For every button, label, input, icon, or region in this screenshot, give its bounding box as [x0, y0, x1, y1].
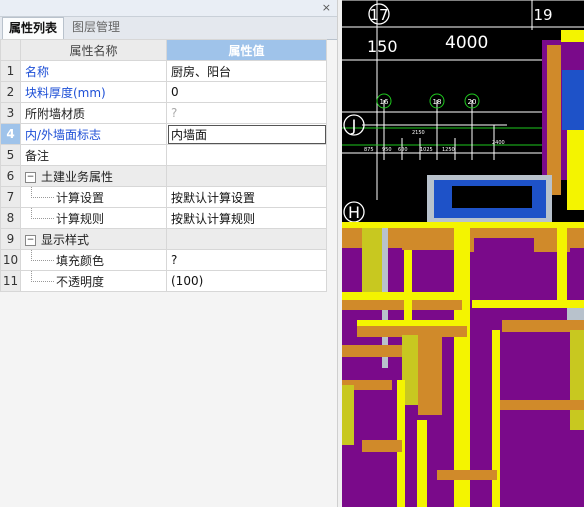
property-name-header: 属性名称 — [20, 39, 167, 61]
property-value-cell[interactable]: 按默认计算设置 — [166, 186, 327, 208]
property-name-label: 显示样式 — [41, 232, 90, 247]
property-value-cell[interactable]: ? — [166, 102, 327, 124]
property-name-label: 块料厚度(mm) — [25, 85, 106, 100]
property-name-cell: 计算设置 — [20, 186, 167, 208]
grid-body: 1 名称 厨房、阳台 2 块料厚度(mm) 0 3 所附墙材质? 4 内/外墙面标志 内墙面 5 备注 6… — [0, 60, 327, 292]
tab-property-list[interactable]: 属性列表 — [2, 17, 65, 40]
axis-bubble-20: 20 — [464, 93, 480, 109]
row-number: 4 — [0, 123, 21, 145]
row-number: 5 — [0, 144, 21, 166]
tree-branch-line — [31, 208, 54, 219]
property-name-label: 计算规则 — [56, 211, 105, 226]
row-number: 10 — [0, 249, 21, 271]
dimension-4000: 4000 — [445, 33, 488, 53]
property-name-label: 名称 — [25, 64, 50, 79]
property-row[interactable]: 11 不透明度 (100) — [0, 270, 327, 292]
property-row[interactable]: 5 备注 — [0, 144, 327, 166]
property-value-cell[interactable] — [166, 228, 327, 250]
row-number: 8 — [0, 207, 21, 229]
axis-label-16: 16 — [380, 98, 389, 106]
small-dim-875: 875 — [364, 147, 374, 153]
property-row[interactable]: 3 所附墙材质? — [0, 102, 327, 124]
property-name-cell: 所附墙材质 — [20, 102, 167, 124]
property-name-cell: 块料厚度(mm) — [20, 81, 167, 103]
row-number: 6 — [0, 165, 21, 187]
grid-header-row: 属性名称 属性值 — [0, 39, 327, 61]
property-row[interactable]: 4 内/外墙面标志 内墙面 — [0, 123, 327, 145]
property-name-label: 填充颜色 — [56, 253, 105, 268]
property-name-cell: − 土建业务属性 — [20, 165, 167, 187]
drawing-canvas[interactable]: 17 19 170 150 4000 16 18 20 J H F — [342, 0, 584, 507]
floor-plan-3d-view[interactable]: 17 19 170 150 4000 16 18 20 J H F — [342, 0, 584, 507]
tab-layer-management[interactable]: 图层管理 — [66, 17, 126, 38]
property-grid: 属性名称 属性值 1 名称 厨房、阳台 2 块料厚度(mm) 0 3 所附墙材质? 4 内/外墙面… — [0, 39, 327, 292]
small-dim-1250: 1250 — [442, 147, 455, 153]
property-value-cell[interactable]: ? — [166, 249, 327, 271]
property-name-label: 所附墙材质 — [25, 106, 86, 121]
row-number: 11 — [0, 270, 21, 292]
axis-bubble-j: J — [343, 114, 365, 136]
tree-branch-line — [31, 187, 54, 198]
axis-label-top-a: 17 — [369, 6, 388, 24]
property-value-cell[interactable] — [166, 144, 327, 166]
axis-bubble-16: 16 — [376, 93, 392, 109]
property-name-cell: 填充颜色 — [20, 249, 167, 271]
axis-label-20: 20 — [468, 98, 477, 106]
property-name-cell: 计算规则 — [20, 207, 167, 229]
panel-titlebar: × — [0, 0, 337, 17]
property-value-cell[interactable]: (100) — [166, 270, 327, 292]
property-name-cell: 备注 — [20, 144, 167, 166]
property-name-label: 不透明度 — [56, 274, 105, 289]
property-row[interactable]: 1 名称 厨房、阳台 — [0, 60, 327, 82]
property-value-cell[interactable]: 按默认计算规则 — [166, 207, 327, 229]
tree-branch-line — [31, 271, 54, 282]
panel-tabs: 属性列表 图层管理 — [0, 17, 337, 40]
small-dim-2400: 2400 — [492, 140, 505, 146]
property-name-cell: − 显示样式 — [20, 228, 167, 250]
property-row[interactable]: 6− 土建业务属性 — [0, 165, 327, 187]
axis-label-top-b: 19 — [533, 6, 552, 24]
close-icon[interactable]: × — [322, 1, 331, 15]
axis-label-h: H — [348, 203, 360, 222]
tree-branch-line — [31, 250, 54, 261]
property-row[interactable]: 8 计算规则 按默认计算规则 — [0, 207, 327, 229]
axis-label-j: J — [351, 116, 357, 135]
property-name-cell: 内/外墙面标志 — [20, 123, 167, 145]
property-name-label: 内/外墙面标志 — [25, 127, 102, 142]
property-value-header: 属性值 — [166, 39, 327, 61]
property-row[interactable]: 10 填充颜色? — [0, 249, 327, 271]
property-value-cell[interactable] — [166, 165, 327, 187]
property-value-cell[interactable]: 0 — [166, 81, 327, 103]
axis-bubble-h: H — [343, 201, 365, 223]
row-number: 2 — [0, 81, 21, 103]
dimension-150: 150 — [367, 37, 398, 56]
row-number: 9 — [0, 228, 21, 250]
small-dim-2150: 2150 — [412, 130, 425, 136]
row-number: 7 — [0, 186, 21, 208]
row-number-header — [0, 39, 21, 61]
property-name-label: 土建业务属性 — [41, 169, 114, 184]
property-value-cell[interactable]: 内墙面 — [166, 123, 327, 145]
axis-label-18: 18 — [433, 98, 442, 106]
small-dim-600: 600 — [398, 147, 408, 153]
property-row[interactable]: 9− 显示样式 — [0, 228, 327, 250]
property-name-label: 备注 — [25, 148, 50, 163]
small-dim-1025: 1025 — [420, 147, 433, 153]
property-row[interactable]: 2 块料厚度(mm) 0 — [0, 81, 327, 103]
row-number: 1 — [0, 60, 21, 82]
property-name-cell: 名称 — [20, 60, 167, 82]
axis-bubble-top-a: 17 — [368, 3, 390, 25]
small-dim-950: 950 — [382, 147, 392, 153]
collapse-toggle-icon[interactable]: − — [25, 171, 36, 183]
row-number: 3 — [0, 102, 21, 124]
property-name-cell: 不透明度 — [20, 270, 167, 292]
property-name-label: 计算设置 — [56, 190, 105, 205]
axis-bubble-18: 18 — [429, 93, 445, 109]
property-value-cell[interactable]: 厨房、阳台 — [166, 60, 327, 82]
property-panel: × 属性列表 图层管理 属性名称 属性值 1 名称 厨房、阳台 2 块料厚度(mm) 0 3… — [0, 0, 343, 507]
property-row[interactable]: 7 计算设置 按默认计算设置 — [0, 186, 327, 208]
collapse-toggle-icon[interactable]: − — [25, 234, 36, 246]
